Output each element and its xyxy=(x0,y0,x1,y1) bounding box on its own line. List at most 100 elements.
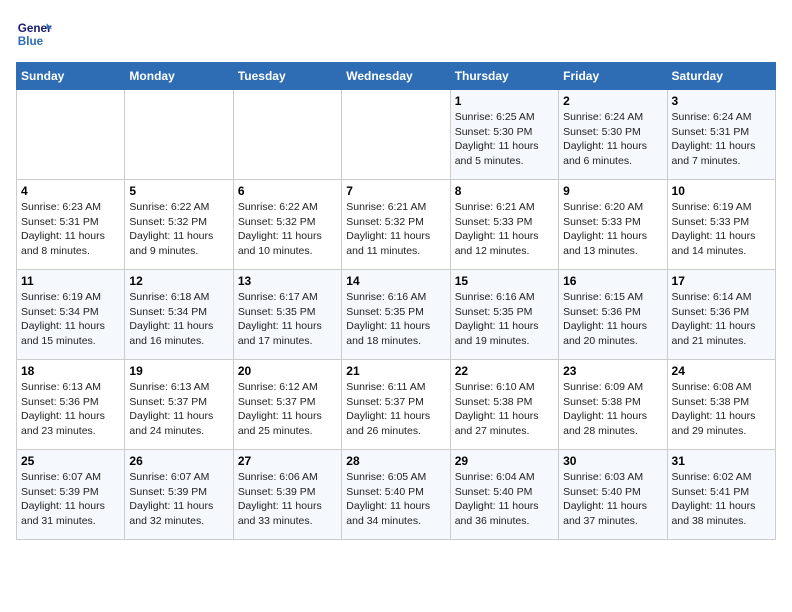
logo: General Blue xyxy=(16,16,56,52)
day-info: Sunrise: 6:05 AMSunset: 5:40 PMDaylight:… xyxy=(346,470,445,529)
day-info: Sunrise: 6:11 AMSunset: 5:37 PMDaylight:… xyxy=(346,380,445,439)
calendar-cell xyxy=(17,90,125,180)
calendar-cell: 23 Sunrise: 6:09 AMSunset: 5:38 PMDayligh… xyxy=(559,360,667,450)
day-number: 28 xyxy=(346,454,445,468)
day-number: 12 xyxy=(129,274,228,288)
calendar-cell: 16 Sunrise: 6:15 AMSunset: 5:36 PMDayligh… xyxy=(559,270,667,360)
calendar-cell: 31 Sunrise: 6:02 AMSunset: 5:41 PMDayligh… xyxy=(667,450,775,540)
day-info: Sunrise: 6:09 AMSunset: 5:38 PMDaylight:… xyxy=(563,380,662,439)
header-cell-thursday: Thursday xyxy=(450,63,558,90)
calendar-cell: 18Sunrise: 6:13 AMSunset: 5:36 PMDayligh… xyxy=(17,360,125,450)
day-info: Sunrise: 6:17 AMSunset: 5:35 PMDaylight:… xyxy=(238,290,337,349)
day-info: Sunrise: 6:16 AMSunset: 5:35 PMDaylight:… xyxy=(455,290,554,349)
header-row: SundayMondayTuesdayWednesdayThursdayFrid… xyxy=(17,63,776,90)
day-info: Sunrise: 6:12 AMSunset: 5:37 PMDaylight:… xyxy=(238,380,337,439)
calendar-cell: 26 Sunrise: 6:07 AMSunset: 5:39 PMDayligh… xyxy=(125,450,233,540)
day-info: Sunrise: 6:24 AMSunset: 5:30 PMDaylight:… xyxy=(563,110,662,169)
calendar-cell: 12 Sunrise: 6:18 AMSunset: 5:34 PMDayligh… xyxy=(125,270,233,360)
day-number: 26 xyxy=(129,454,228,468)
calendar-cell: 15 Sunrise: 6:16 AMSunset: 5:35 PMDayligh… xyxy=(450,270,558,360)
calendar-cell: 3 Sunrise: 6:24 AMSunset: 5:31 PMDaylight… xyxy=(667,90,775,180)
day-info: Sunrise: 6:22 AMSunset: 5:32 PMDaylight:… xyxy=(129,200,228,259)
day-info: Sunrise: 6:16 AMSunset: 5:35 PMDaylight:… xyxy=(346,290,445,349)
day-number: 22 xyxy=(455,364,554,378)
day-number: 20 xyxy=(238,364,337,378)
calendar-cell xyxy=(233,90,341,180)
day-info: Sunrise: 6:25 AMSunset: 5:30 PMDaylight:… xyxy=(455,110,554,169)
calendar-cell: 28 Sunrise: 6:05 AMSunset: 5:40 PMDayligh… xyxy=(342,450,450,540)
day-info: Sunrise: 6:21 AMSunset: 5:33 PMDaylight:… xyxy=(455,200,554,259)
day-number: 16 xyxy=(563,274,662,288)
calendar-cell: 7Sunrise: 6:21 AMSunset: 5:32 PMDaylight… xyxy=(342,180,450,270)
week-row-5: 25 Sunrise: 6:07 AMSunset: 5:39 PMDayligh… xyxy=(17,450,776,540)
week-row-1: 1 Sunrise: 6:25 AMSunset: 5:30 PMDaylight… xyxy=(17,90,776,180)
week-row-2: 4 Sunrise: 6:23 AMSunset: 5:31 PMDaylight… xyxy=(17,180,776,270)
calendar-table: SundayMondayTuesdayWednesdayThursdayFrid… xyxy=(16,62,776,540)
day-info: Sunrise: 6:08 AMSunset: 5:38 PMDaylight:… xyxy=(672,380,771,439)
calendar-cell: 22 Sunrise: 6:10 AMSunset: 5:38 PMDayligh… xyxy=(450,360,558,450)
day-number: 13 xyxy=(238,274,337,288)
day-info: Sunrise: 6:04 AMSunset: 5:40 PMDaylight:… xyxy=(455,470,554,529)
day-info: Sunrise: 6:13 AMSunset: 5:37 PMDaylight:… xyxy=(129,380,228,439)
calendar-cell: 25 Sunrise: 6:07 AMSunset: 5:39 PMDayligh… xyxy=(17,450,125,540)
calendar-cell: 24 Sunrise: 6:08 AMSunset: 5:38 PMDayligh… xyxy=(667,360,775,450)
day-number: 21 xyxy=(346,364,445,378)
calendar-cell: 2 Sunrise: 6:24 AMSunset: 5:30 PMDaylight… xyxy=(559,90,667,180)
day-number: 23 xyxy=(563,364,662,378)
day-number: 4 xyxy=(21,184,120,198)
day-info: Sunrise: 6:22 AMSunset: 5:32 PMDaylight:… xyxy=(238,200,337,259)
calendar-cell: 9Sunrise: 6:20 AMSunset: 5:33 PMDaylight… xyxy=(559,180,667,270)
day-number: 27 xyxy=(238,454,337,468)
calendar-cell xyxy=(125,90,233,180)
day-number: 8 xyxy=(455,184,554,198)
day-number: 10 xyxy=(672,184,771,198)
calendar-cell: 20 Sunrise: 6:12 AMSunset: 5:37 PMDayligh… xyxy=(233,360,341,450)
day-number: 25 xyxy=(21,454,120,468)
day-info: Sunrise: 6:24 AMSunset: 5:31 PMDaylight:… xyxy=(672,110,771,169)
day-number: 2 xyxy=(563,94,662,108)
day-info: Sunrise: 6:19 AMSunset: 5:34 PMDaylight:… xyxy=(21,290,120,349)
day-number: 6 xyxy=(238,184,337,198)
week-row-4: 18Sunrise: 6:13 AMSunset: 5:36 PMDayligh… xyxy=(17,360,776,450)
svg-text:Blue: Blue xyxy=(18,35,44,48)
header-cell-wednesday: Wednesday xyxy=(342,63,450,90)
day-info: Sunrise: 6:15 AMSunset: 5:36 PMDaylight:… xyxy=(563,290,662,349)
day-number: 14 xyxy=(346,274,445,288)
calendar-cell: 30Sunrise: 6:03 AMSunset: 5:40 PMDayligh… xyxy=(559,450,667,540)
day-number: 9 xyxy=(563,184,662,198)
day-number: 31 xyxy=(672,454,771,468)
day-info: Sunrise: 6:02 AMSunset: 5:41 PMDaylight:… xyxy=(672,470,771,529)
calendar-cell: 1 Sunrise: 6:25 AMSunset: 5:30 PMDaylight… xyxy=(450,90,558,180)
calendar-cell: 14 Sunrise: 6:16 AMSunset: 5:35 PMDayligh… xyxy=(342,270,450,360)
day-info: Sunrise: 6:23 AMSunset: 5:31 PMDaylight:… xyxy=(21,200,120,259)
day-number: 18 xyxy=(21,364,120,378)
calendar-cell: 13 Sunrise: 6:17 AMSunset: 5:35 PMDayligh… xyxy=(233,270,341,360)
day-number: 3 xyxy=(672,94,771,108)
header-cell-monday: Monday xyxy=(125,63,233,90)
header-cell-tuesday: Tuesday xyxy=(233,63,341,90)
week-row-3: 11 Sunrise: 6:19 AMSunset: 5:34 PMDayligh… xyxy=(17,270,776,360)
calendar-cell: 8 Sunrise: 6:21 AMSunset: 5:33 PMDaylight… xyxy=(450,180,558,270)
day-number: 19 xyxy=(129,364,228,378)
calendar-cell: 4 Sunrise: 6:23 AMSunset: 5:31 PMDaylight… xyxy=(17,180,125,270)
day-info: Sunrise: 6:10 AMSunset: 5:38 PMDaylight:… xyxy=(455,380,554,439)
day-info: Sunrise: 6:07 AMSunset: 5:39 PMDaylight:… xyxy=(21,470,120,529)
day-number: 29 xyxy=(455,454,554,468)
calendar-cell: 27 Sunrise: 6:06 AMSunset: 5:39 PMDayligh… xyxy=(233,450,341,540)
calendar-cell: 11 Sunrise: 6:19 AMSunset: 5:34 PMDayligh… xyxy=(17,270,125,360)
day-info: Sunrise: 6:06 AMSunset: 5:39 PMDaylight:… xyxy=(238,470,337,529)
day-number: 24 xyxy=(672,364,771,378)
day-info: Sunrise: 6:19 AMSunset: 5:33 PMDaylight:… xyxy=(672,200,771,259)
day-info: Sunrise: 6:07 AMSunset: 5:39 PMDaylight:… xyxy=(129,470,228,529)
page-header: General Blue xyxy=(16,16,776,52)
day-number: 17 xyxy=(672,274,771,288)
day-info: Sunrise: 6:18 AMSunset: 5:34 PMDaylight:… xyxy=(129,290,228,349)
day-info: Sunrise: 6:14 AMSunset: 5:36 PMDaylight:… xyxy=(672,290,771,349)
day-number: 1 xyxy=(455,94,554,108)
calendar-cell: 5 Sunrise: 6:22 AMSunset: 5:32 PMDaylight… xyxy=(125,180,233,270)
day-number: 15 xyxy=(455,274,554,288)
day-number: 5 xyxy=(129,184,228,198)
header-cell-sunday: Sunday xyxy=(17,63,125,90)
day-number: 11 xyxy=(21,274,120,288)
header-cell-saturday: Saturday xyxy=(667,63,775,90)
